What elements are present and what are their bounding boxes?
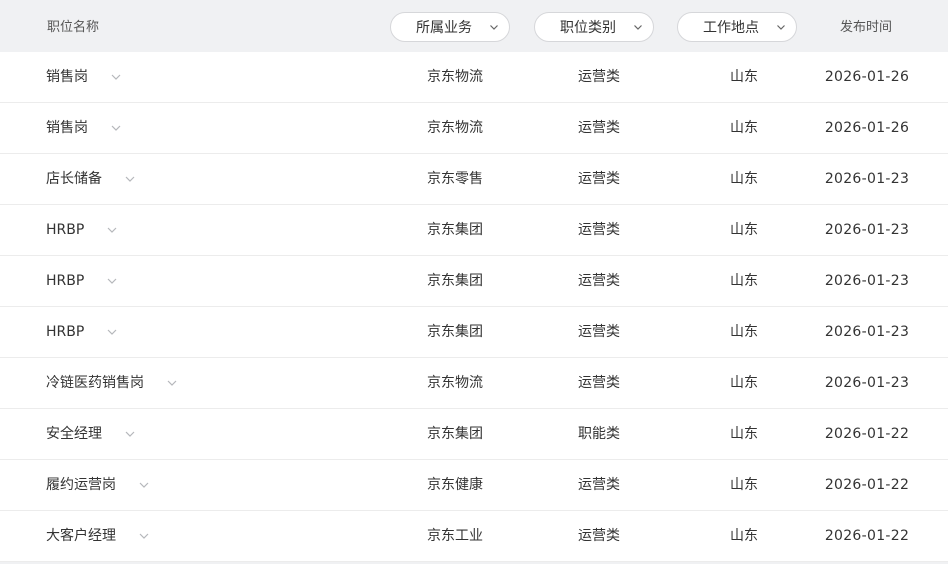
location-cell: 山东: [730, 528, 758, 544]
category-cell: 运营类: [578, 120, 620, 136]
category-cell: 运营类: [578, 477, 620, 493]
job-title: HRBP: [46, 273, 85, 289]
business-cell: 京东物流: [427, 120, 483, 136]
table-row[interactable]: HRBP 京东集团 运营类 山东 2026-01-23: [0, 205, 948, 256]
location-filter-label: 工作地点: [703, 20, 759, 36]
table-row[interactable]: 安全经理 京东集团 职能类 山东 2026-01-22: [0, 409, 948, 460]
table-row[interactable]: 冷链医药销售岗 京东物流 运营类 山东 2026-01-23: [0, 358, 948, 409]
chevron-down-icon[interactable]: [124, 173, 136, 185]
column-header-title: 职位名称: [47, 20, 100, 35]
chevron-down-icon[interactable]: [106, 224, 118, 236]
business-cell: 京东集团: [427, 273, 483, 289]
location-cell: 山东: [730, 477, 758, 493]
chevron-down-icon[interactable]: [124, 428, 136, 440]
table-header: 职位名称 所属业务 职位类别 工作地点 发布时间: [0, 0, 948, 52]
category-filter-dropdown[interactable]: 职位类别: [534, 12, 654, 42]
chevron-down-icon[interactable]: [138, 479, 150, 491]
business-filter-label: 所属业务: [416, 20, 472, 36]
business-cell: 京东物流: [427, 375, 483, 391]
business-cell: 京东工业: [427, 528, 483, 544]
table-row[interactable]: 履约运营岗 京东健康 运营类 山东 2026-01-22: [0, 460, 948, 511]
publish-date-cell: 2026-01-23: [824, 375, 910, 391]
location-cell: 山东: [730, 222, 758, 238]
job-title: 销售岗: [46, 69, 88, 85]
category-cell: 运营类: [578, 69, 620, 85]
job-title: 冷链医药销售岗: [46, 375, 144, 391]
job-title: 履约运营岗: [46, 477, 116, 493]
chevron-down-icon[interactable]: [110, 71, 122, 83]
business-cell: 京东健康: [427, 477, 483, 493]
category-cell: 运营类: [578, 528, 620, 544]
job-title-cell: HRBP: [46, 205, 118, 255]
chevron-down-icon[interactable]: [106, 275, 118, 287]
table-row[interactable]: 销售岗 京东物流 运营类 山东 2026-01-26: [0, 52, 948, 103]
chevron-down-icon: [490, 25, 498, 30]
job-title-cell: 销售岗: [46, 103, 122, 153]
table-row[interactable]: 大客户经理 京东工业 运营类 山东 2026-01-22: [0, 511, 948, 562]
job-title-cell: HRBP: [46, 256, 118, 306]
table-row[interactable]: 店长储备 京东零售 运营类 山东 2026-01-23: [0, 154, 948, 205]
job-title: 大客户经理: [46, 528, 116, 544]
job-title: 店长储备: [46, 171, 102, 187]
publish-date-cell: 2026-01-26: [824, 69, 910, 85]
chevron-down-icon[interactable]: [166, 377, 178, 389]
publish-date-cell: 2026-01-22: [824, 528, 910, 544]
chevron-down-icon: [634, 25, 642, 30]
job-rows: 销售岗 京东物流 运营类 山东 2026-01-26 销售岗 京东物流 运营类 …: [0, 52, 948, 562]
job-list-table: 职位名称 所属业务 职位类别 工作地点 发布时间 销售岗 京东物流 运营类 山东…: [0, 0, 948, 564]
business-filter-dropdown[interactable]: 所属业务: [390, 12, 510, 42]
job-title-cell: HRBP: [46, 307, 118, 357]
job-title-cell: 冷链医药销售岗: [46, 358, 178, 408]
location-cell: 山东: [730, 375, 758, 391]
publish-date-cell: 2026-01-26: [824, 120, 910, 136]
publish-date-cell: 2026-01-22: [824, 426, 910, 442]
location-cell: 山东: [730, 273, 758, 289]
location-cell: 山东: [730, 69, 758, 85]
category-cell: 运营类: [578, 171, 620, 187]
table-row[interactable]: HRBP 京东集团 运营类 山东 2026-01-23: [0, 307, 948, 358]
category-filter-label: 职位类别: [560, 20, 616, 36]
job-title-cell: 大客户经理: [46, 511, 150, 561]
business-cell: 京东集团: [427, 222, 483, 238]
job-title: 销售岗: [46, 120, 88, 136]
category-cell: 职能类: [578, 426, 620, 442]
chevron-down-icon[interactable]: [106, 326, 118, 338]
job-title: HRBP: [46, 222, 85, 238]
business-cell: 京东零售: [427, 171, 483, 187]
location-cell: 山东: [730, 324, 758, 340]
category-cell: 运营类: [578, 222, 620, 238]
job-title-cell: 履约运营岗: [46, 460, 150, 510]
business-cell: 京东集团: [427, 426, 483, 442]
publish-date-cell: 2026-01-23: [824, 273, 910, 289]
category-cell: 运营类: [578, 375, 620, 391]
chevron-down-icon[interactable]: [138, 530, 150, 542]
job-title-cell: 销售岗: [46, 52, 122, 102]
location-cell: 山东: [730, 120, 758, 136]
table-row[interactable]: 销售岗 京东物流 运营类 山东 2026-01-26: [0, 103, 948, 154]
business-cell: 京东物流: [427, 69, 483, 85]
job-title-cell: 安全经理: [46, 409, 136, 459]
publish-date-cell: 2026-01-23: [824, 171, 910, 187]
location-cell: 山东: [730, 171, 758, 187]
publish-date-cell: 2026-01-23: [824, 222, 910, 238]
publish-date-cell: 2026-01-22: [824, 477, 910, 493]
category-cell: 运营类: [578, 273, 620, 289]
job-title-cell: 店长储备: [46, 154, 136, 204]
location-cell: 山东: [730, 426, 758, 442]
location-filter-dropdown[interactable]: 工作地点: [677, 12, 797, 42]
business-cell: 京东集团: [427, 324, 483, 340]
chevron-down-icon: [777, 25, 785, 30]
table-row[interactable]: HRBP 京东集团 运营类 山东 2026-01-23: [0, 256, 948, 307]
category-cell: 运营类: [578, 324, 620, 340]
job-title: 安全经理: [46, 426, 102, 442]
column-header-date: 发布时间: [839, 20, 892, 35]
publish-date-cell: 2026-01-23: [824, 324, 910, 340]
job-title: HRBP: [46, 324, 85, 340]
chevron-down-icon[interactable]: [110, 122, 122, 134]
